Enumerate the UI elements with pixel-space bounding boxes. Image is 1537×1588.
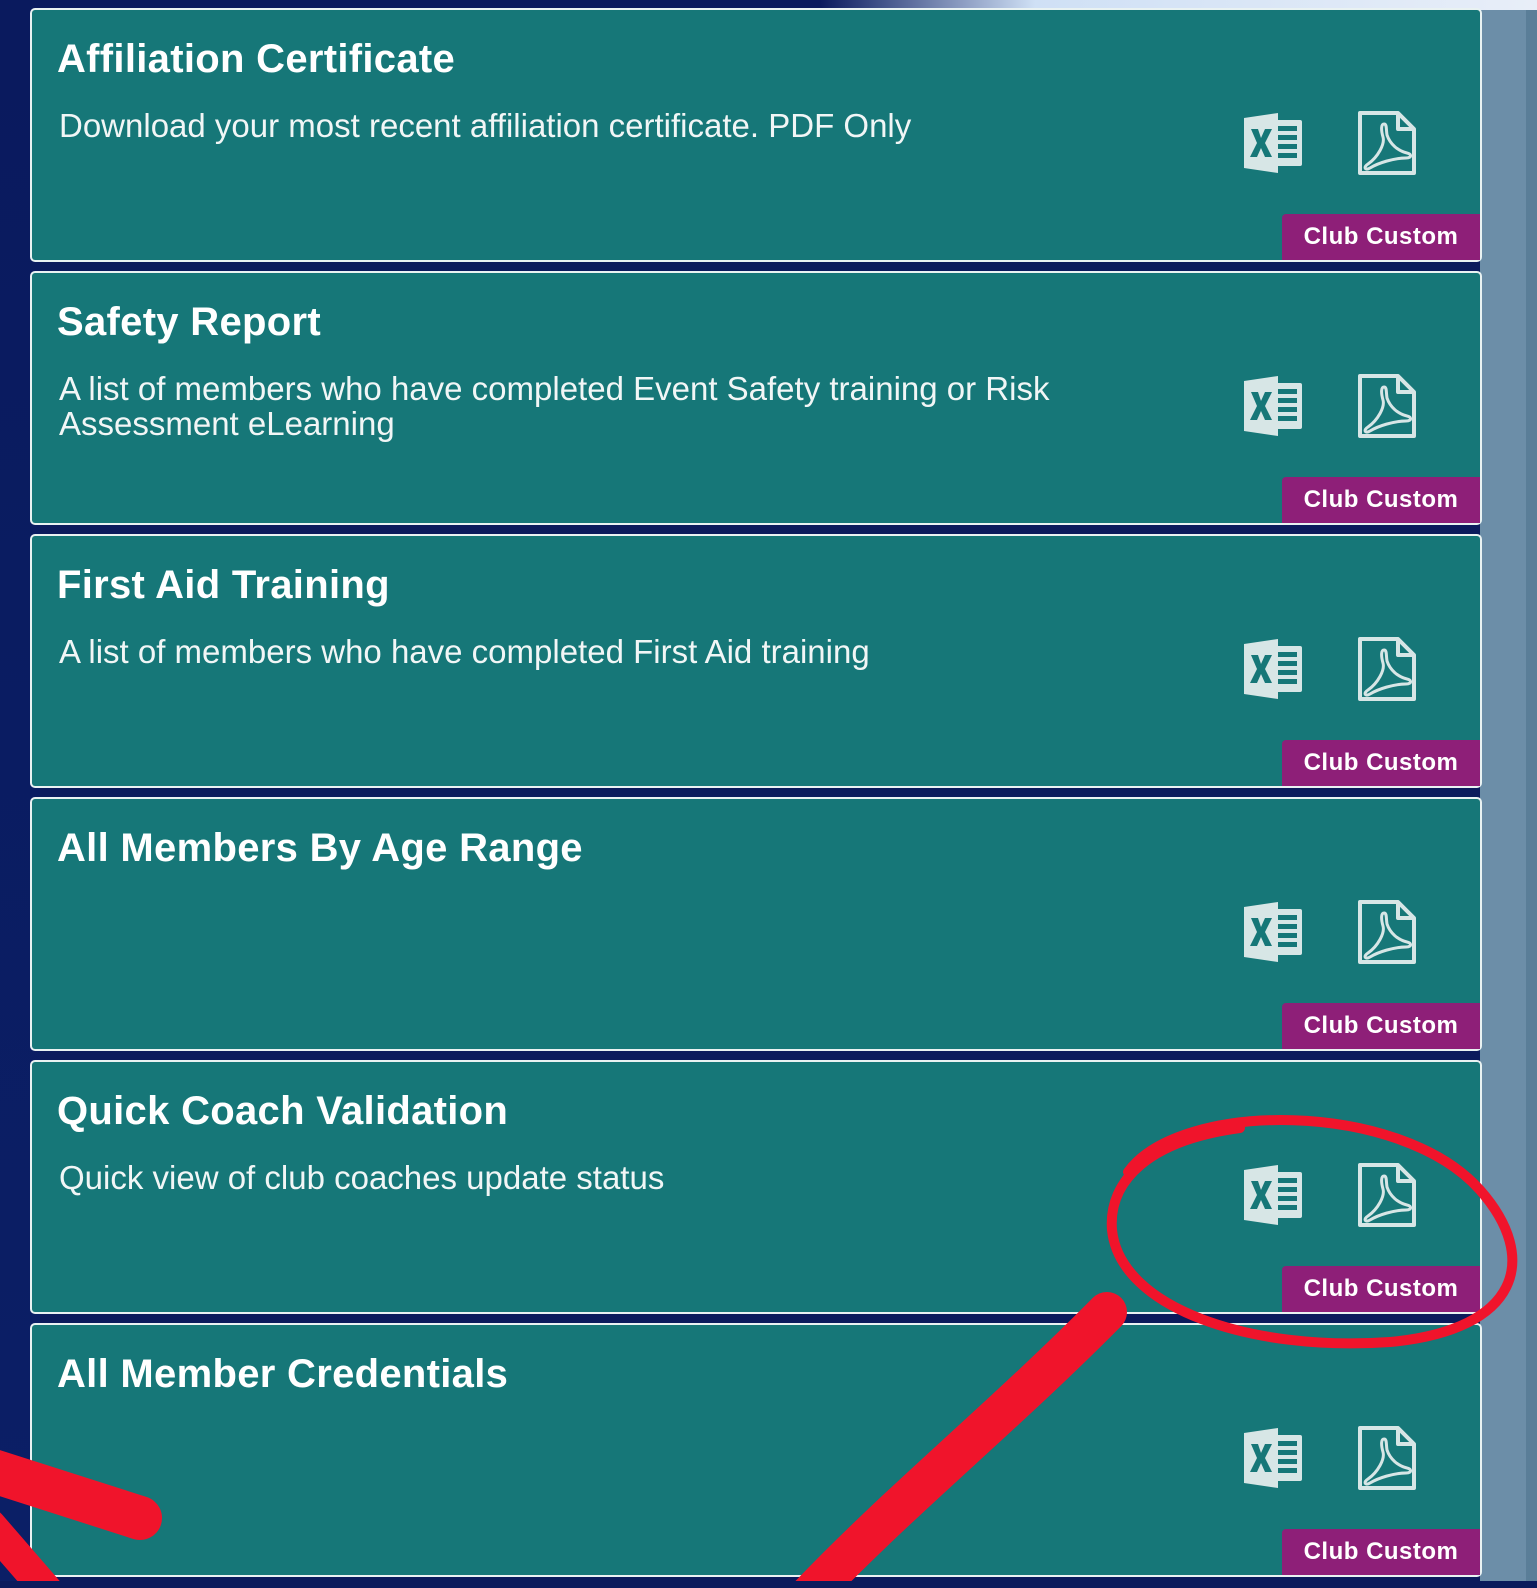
club-custom-badge: Club Custom — [1282, 1266, 1480, 1312]
club-custom-badge: Club Custom — [1282, 1529, 1480, 1575]
excel-download-button[interactable] — [1242, 636, 1308, 702]
excel-download-button[interactable] — [1242, 1162, 1308, 1228]
report-card-quick-coach-validation: Quick Coach Validation Quick view of clu… — [32, 1062, 1480, 1312]
club-custom-badge: Club Custom — [1282, 1003, 1480, 1049]
excel-icon — [1244, 113, 1302, 173]
club-custom-badge: Club Custom — [1282, 740, 1480, 786]
pdf-icon — [1358, 111, 1416, 175]
report-description: Quick view of club coaches update status — [59, 1159, 665, 1196]
report-title: All Member Credentials — [57, 1352, 509, 1396]
report-card-first-aid-training: First Aid Training A list of members who… — [32, 536, 1480, 786]
report-title: Affiliation Certificate — [57, 37, 456, 81]
report-card-all-member-credentials: All Member Credentials Club Custom — [32, 1325, 1480, 1575]
club-custom-badge: Club Custom — [1282, 477, 1480, 523]
club-custom-badge: Club Custom — [1282, 214, 1480, 260]
page-background-right — [1526, 10, 1537, 1581]
excel-download-button[interactable] — [1242, 1425, 1308, 1491]
pdf-download-button[interactable] — [1354, 899, 1420, 965]
excel-icon — [1244, 902, 1302, 962]
report-card-affiliation-certificate: Affiliation Certificate Download your mo… — [32, 10, 1480, 260]
excel-icon — [1244, 376, 1302, 436]
excel-icon — [1244, 639, 1302, 699]
excel-download-button[interactable] — [1242, 110, 1308, 176]
pdf-icon — [1358, 1426, 1416, 1490]
report-list: Affiliation Certificate Download your mo… — [32, 10, 1480, 1588]
pdf-icon — [1358, 1163, 1416, 1227]
pdf-download-button[interactable] — [1354, 110, 1420, 176]
pdf-download-button[interactable] — [1354, 373, 1420, 439]
excel-download-button[interactable] — [1242, 373, 1308, 439]
pdf-download-button[interactable] — [1354, 1162, 1420, 1228]
report-title: Safety Report — [57, 300, 321, 344]
pdf-download-button[interactable] — [1354, 1425, 1420, 1491]
report-title: Quick Coach Validation — [57, 1089, 509, 1133]
report-title: First Aid Training — [57, 563, 390, 607]
excel-download-button[interactable] — [1242, 899, 1308, 965]
report-title: All Members By Age Range — [57, 826, 583, 870]
pdf-download-button[interactable] — [1354, 636, 1420, 702]
pdf-icon — [1358, 637, 1416, 701]
report-description: A list of members who have completed Eve… — [59, 370, 1050, 442]
excel-icon — [1244, 1165, 1302, 1225]
pdf-icon — [1358, 374, 1416, 438]
excel-icon — [1244, 1428, 1302, 1488]
pdf-icon — [1358, 900, 1416, 964]
report-description: A list of members who have completed Fir… — [59, 633, 870, 670]
report-card-all-members-by-age-range: All Members By Age Range Club Custom — [32, 799, 1480, 1049]
report-description: Download your most recent affiliation ce… — [59, 107, 912, 144]
report-card-safety-report: Safety Report A list of members who have… — [32, 273, 1480, 523]
